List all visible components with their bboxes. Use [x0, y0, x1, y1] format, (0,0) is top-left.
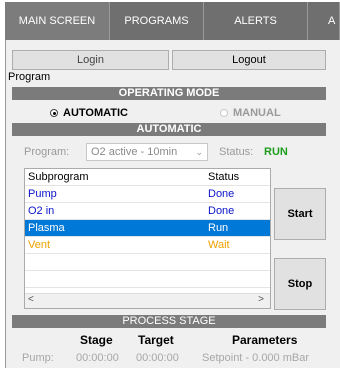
process-parameters: Setpoint - 0.000 mBar: [202, 352, 310, 364]
stop-button[interactable]: Stop: [274, 258, 326, 310]
automatic-mode-label: AUTOMATIC: [63, 107, 128, 119]
automatic-mode-option[interactable]: AUTOMATIC: [50, 107, 128, 119]
tab-alerts[interactable]: ALERTS: [204, 2, 308, 40]
program-field-label: Program:: [24, 146, 70, 158]
scroll-left-icon[interactable]: <: [28, 294, 34, 305]
process-stage-name: Pump:: [22, 352, 54, 364]
scroll-right-icon[interactable]: >: [258, 294, 264, 305]
manual-mode-label: MANUAL: [233, 107, 281, 119]
automatic-section-header: AUTOMATIC: [12, 123, 326, 136]
table-header-row: Subprogram Status: [25, 169, 270, 186]
process-target-time: 00:00:00: [136, 352, 179, 364]
row-subprogram: Pump: [28, 188, 57, 200]
status-column-header: Status: [208, 171, 240, 183]
table-row-selected[interactable]: Plasma Run: [25, 220, 270, 237]
status-label: Status:: [219, 146, 254, 158]
horizontal-scrollbar[interactable]: < >: [25, 293, 270, 308]
subprogram-column-header: Subprogram: [28, 171, 89, 183]
target-column-header: Target: [138, 333, 174, 347]
manual-radio-icon[interactable]: [220, 109, 228, 117]
parameters-column-header: Parameters: [232, 333, 298, 347]
row-subprogram: O2 in: [28, 205, 55, 217]
automatic-radio-icon[interactable]: [50, 109, 58, 117]
row-subprogram: Plasma: [28, 222, 65, 234]
process-stage-header: PROCESS STAGE: [12, 315, 326, 328]
tab-main-screen[interactable]: MAIN SCREEN: [5, 2, 110, 40]
table-row[interactable]: Vent Wait: [25, 237, 270, 254]
table-row-empty: [25, 271, 270, 288]
row-status: Done: [208, 188, 235, 200]
row-status: Run: [208, 222, 229, 234]
subprogram-table: Subprogram Status Pump Done O2 in Done P…: [24, 168, 271, 309]
manual-mode-option[interactable]: MANUAL: [220, 107, 281, 119]
program-section-label: Program: [8, 71, 51, 83]
process-stage-time: 00:00:00: [76, 352, 119, 364]
table-row[interactable]: Pump Done: [25, 186, 270, 203]
tab-overflow[interactable]: A: [308, 2, 340, 40]
chevron-down-icon[interactable]: ⌄: [195, 144, 203, 160]
tab-programs[interactable]: PROGRAMS: [110, 2, 204, 40]
start-button[interactable]: Start: [274, 188, 326, 240]
row-status: Done: [208, 205, 235, 217]
status-value: RUN: [264, 146, 288, 158]
stage-column-header: Stage: [80, 333, 113, 347]
logout-button[interactable]: Logout: [172, 50, 326, 70]
tab-bar: MAIN SCREEN PROGRAMS ALERTS A: [5, 2, 340, 40]
row-status: Wait: [208, 239, 230, 251]
program-select[interactable]: O2 active - 10min ⌄: [86, 143, 208, 161]
table-row[interactable]: O2 in Done: [25, 203, 270, 220]
program-select-value: O2 active - 10min: [91, 146, 178, 158]
row-subprogram: Vent: [28, 239, 51, 251]
operating-mode-header: OPERATING MODE: [12, 87, 326, 100]
login-button[interactable]: Login: [12, 50, 169, 70]
table-row-empty: [25, 254, 270, 271]
